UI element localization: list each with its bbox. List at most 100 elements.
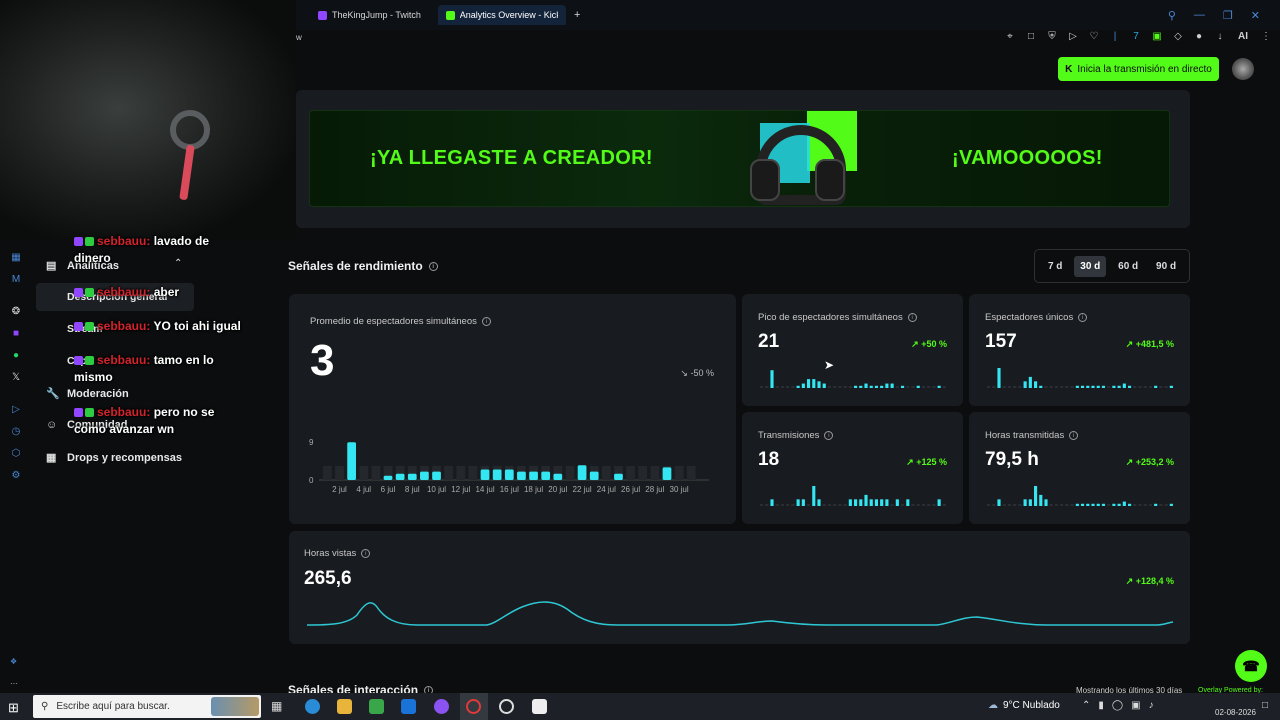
users-icon: ☺ <box>46 419 58 431</box>
bar-10-jul[interactable] <box>432 471 441 480</box>
bar-9-jul[interactable] <box>420 471 429 480</box>
extension-green-icon[interactable]: ▣ <box>1151 31 1163 42</box>
info-icon[interactable]: i <box>907 313 917 322</box>
mail-icon[interactable] <box>401 699 416 714</box>
whatsapp-icon[interactable]: ● <box>10 350 22 362</box>
x-tick-label: 22 jul <box>573 485 592 494</box>
bar-23-jul[interactable] <box>589 471 599 480</box>
avatar[interactable] <box>1232 58 1254 80</box>
pin-icon[interactable]: ⌖ <box>1004 31 1016 42</box>
taskbar-search-input[interactable]: ⚲ Escribe aquí para buscar. <box>33 695 261 718</box>
volume-icon[interactable]: ♪ <box>1149 700 1154 711</box>
tab-twitch[interactable]: TheKingJump - Twitch <box>310 5 429 25</box>
spark-bar <box>1039 494 1043 506</box>
spark-bar <box>780 386 785 388</box>
ai-icon[interactable]: AI <box>1235 31 1251 42</box>
hours-streamed-label: Horas transmitidas i <box>985 430 1079 441</box>
range-90d[interactable]: 90 d <box>1150 256 1182 277</box>
rail-doc-icon[interactable]: ▦ <box>10 252 22 264</box>
taskbar-clock[interactable]: 02-08-2026 <box>1215 707 1256 718</box>
restore-icon[interactable]: ❐ <box>1223 9 1233 22</box>
search-icon[interactable]: ⚲ <box>1168 9 1176 22</box>
twitch-rail-icon[interactable]: ■ <box>10 328 22 340</box>
bar-20-jul[interactable] <box>553 473 563 480</box>
spark-bar <box>885 383 889 388</box>
bar-19-jul[interactable] <box>541 471 551 480</box>
menu-icon[interactable]: ⋮ <box>1260 31 1272 42</box>
info-icon[interactable]: i <box>481 317 491 326</box>
spark-bar <box>859 385 863 388</box>
edge-icon[interactable] <box>305 699 320 714</box>
tab-kick-analytics[interactable]: Analytics Overview - Kick <box>438 5 566 25</box>
weather-widget[interactable]: ☁ 9°C Nublado <box>988 700 1060 711</box>
extension-7tv-icon[interactable]: 7 <box>1130 31 1142 42</box>
rail-extension-icon[interactable]: ❖ <box>10 657 17 666</box>
bar-6-jul[interactable] <box>383 475 393 480</box>
spark-bar <box>854 499 858 506</box>
sidebar-item-moderation[interactable]: 🔧 Moderación <box>46 387 129 401</box>
play-icon[interactable]: ▷ <box>1067 31 1079 42</box>
bar-16-jul[interactable] <box>504 469 514 481</box>
heart-icon[interactable]: ♡ <box>1088 31 1100 42</box>
cube-icon[interactable]: ⬡ <box>10 448 22 460</box>
profile-icon[interactable]: ● <box>1193 31 1205 42</box>
rail-more-icon[interactable]: ⋯ <box>10 679 18 688</box>
screenshot-icon[interactable]: □ <box>1025 31 1037 42</box>
mic-icon[interactable]: ◯ <box>1112 700 1123 711</box>
windows-start-icon[interactable]: ⊞ <box>8 700 19 716</box>
clock-icon[interactable]: ◷ <box>10 426 22 438</box>
bar-29-jul[interactable] <box>662 467 672 480</box>
bar-22-jul[interactable] <box>577 465 587 480</box>
bar-7-jul[interactable] <box>395 473 405 480</box>
bar-25-jul[interactable] <box>614 473 623 480</box>
bar-15-jul[interactable] <box>492 469 502 481</box>
play-circle-icon[interactable]: ▷ <box>10 404 22 416</box>
spark-bar <box>838 386 842 388</box>
notification-icon[interactable]: □ <box>1262 700 1268 711</box>
info-icon[interactable]: i <box>1069 431 1079 440</box>
x-tick-label: 24 jul <box>597 485 616 494</box>
chatgpt-icon[interactable]: ❂ <box>10 306 22 318</box>
discord-icon[interactable] <box>434 699 449 714</box>
info-icon[interactable]: i <box>361 549 371 558</box>
shield-icon[interactable]: ⛨ <box>1046 31 1058 42</box>
minimize-icon[interactable]: — <box>1194 9 1205 22</box>
settings-icon[interactable]: ⚙ <box>10 470 22 482</box>
task-view-icon[interactable]: ▦ <box>271 699 282 713</box>
info-icon[interactable]: i <box>824 431 834 440</box>
info-icon[interactable]: i <box>428 261 438 271</box>
range-7d[interactable]: 7 d <box>1042 256 1068 277</box>
bar-17-jul[interactable] <box>517 471 526 480</box>
banner-left-text: ¡YA LLEGASTE A CREADOR! <box>370 147 653 169</box>
download-icon[interactable]: ↓ <box>1214 31 1226 42</box>
file-explorer-icon[interactable] <box>337 699 352 714</box>
bar-18-jul[interactable] <box>529 471 538 480</box>
unique-viewers-value: 157 <box>985 331 1017 352</box>
sidebar-item-drops[interactable]: ▦ Drops y recompensas <box>46 451 182 465</box>
browser-toolbar: ⌖ □ ⛨ ▷ ♡ | 7 ▣ ◇ ● ↓ AI ⋮ <box>1004 31 1272 42</box>
bar-3-jul[interactable] <box>347 442 356 480</box>
range-60d[interactable]: 60 d <box>1112 256 1144 277</box>
chevron-up-icon[interactable]: ⌃ <box>1082 700 1090 711</box>
bar-14-jul[interactable] <box>480 469 490 481</box>
spark-bar <box>801 499 805 506</box>
start-stream-button[interactable]: K Inicia la transmisión en directo <box>1058 57 1219 81</box>
info-icon[interactable]: i <box>1078 313 1088 322</box>
spark-bar <box>869 499 873 506</box>
bar-8-jul[interactable] <box>407 473 417 480</box>
spark-bar <box>1101 385 1106 388</box>
puzzle-icon[interactable]: ◇ <box>1172 31 1184 42</box>
opera-icon[interactable] <box>466 699 481 714</box>
battery-icon[interactable]: ▮ <box>1098 700 1104 711</box>
range-30d[interactable]: 30 d <box>1074 255 1107 277</box>
new-tab-button[interactable]: + <box>566 5 588 25</box>
obs-icon[interactable] <box>499 699 514 714</box>
network-icon[interactable]: ▣ <box>1131 700 1140 711</box>
rail-m-icon[interactable]: M <box>10 274 22 286</box>
store-icon[interactable] <box>369 699 384 714</box>
support-chat-button[interactable]: ☎ <box>1235 650 1267 682</box>
capcut-icon[interactable] <box>532 699 547 714</box>
badge-icon <box>74 322 83 332</box>
x-icon[interactable]: 𝕏 <box>10 372 22 384</box>
close-icon[interactable]: ✕ <box>1251 9 1260 22</box>
